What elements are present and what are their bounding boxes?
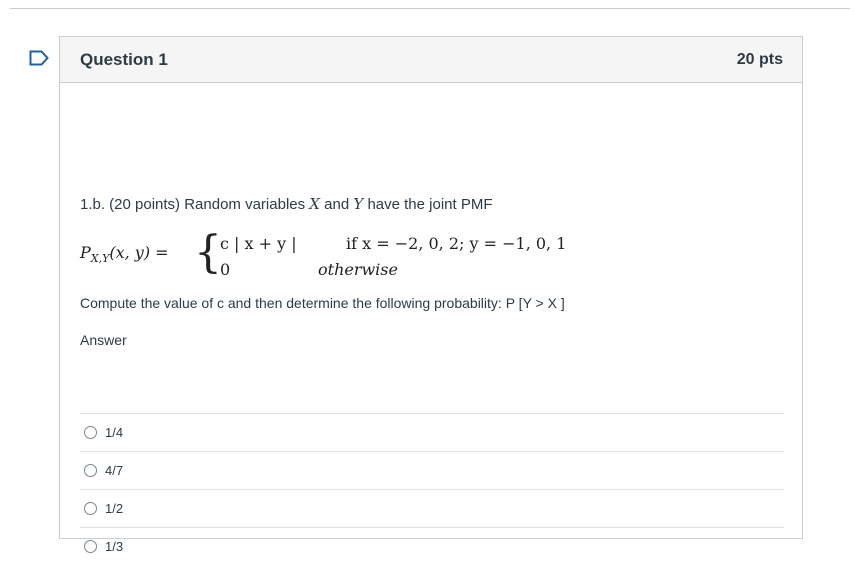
radio-button-icon[interactable] — [84, 463, 97, 477]
question-header: Question 1 20 pts — [60, 37, 802, 83]
formula-case1-expr: c | x + y | — [220, 234, 297, 253]
prompt-suffix: have the joint PMF — [367, 196, 493, 213]
prompt-prefix: 1.b. (20 points) Random variables — [80, 196, 310, 213]
answer-option-label: 1/4 — [105, 424, 124, 440]
radio-button-icon[interactable] — [84, 501, 97, 515]
prompt-and: and — [324, 196, 354, 213]
bookmark-flag-icon[interactable] — [29, 50, 49, 66]
compute-instruction: Compute the value of c and then determin… — [80, 295, 565, 311]
question-points: 20 pts — [736, 50, 783, 68]
answer-option[interactable]: 1/2 — [80, 489, 784, 526]
formula-lhs: PX,Y(x, y) = — [80, 243, 169, 266]
answer-option[interactable]: 4/7 — [80, 451, 784, 488]
answer-option[interactable]: 1/3 — [80, 527, 784, 564]
formula-case1-condition: if x = −2, 0, 2; y = −1, 0, 1 — [346, 234, 567, 253]
radio-button-icon[interactable] — [84, 425, 97, 439]
variable-x: X — [309, 195, 320, 213]
question-title: Question 1 — [80, 49, 168, 69]
joint-pmf-formula: PX,Y(x, y) = { c | x + y | if x = −2, 0,… — [80, 227, 600, 283]
radio-button-icon[interactable] — [84, 539, 97, 553]
answer-label: Answer — [80, 332, 127, 348]
top-divider — [10, 8, 850, 9]
answer-option-label: 1/3 — [105, 538, 124, 554]
question-card: Question 1 20 pts 1.b. (20 points) Rando… — [59, 36, 803, 554]
answer-option[interactable]: 1/4 — [80, 413, 784, 450]
answer-options: 1/4 4/7 1/2 1/3 — [80, 413, 784, 565]
answer-option-label: 1/2 — [105, 500, 124, 516]
formula-brace: { — [194, 227, 222, 278]
answer-option-label: 4/7 — [105, 462, 124, 478]
formula-case2-expr: 0 — [220, 260, 231, 279]
question-prompt: 1.b. (20 points) Random variables X and … — [80, 195, 493, 213]
variable-y: Y — [353, 195, 364, 213]
formula-case2-condition: otherwise — [318, 260, 398, 279]
